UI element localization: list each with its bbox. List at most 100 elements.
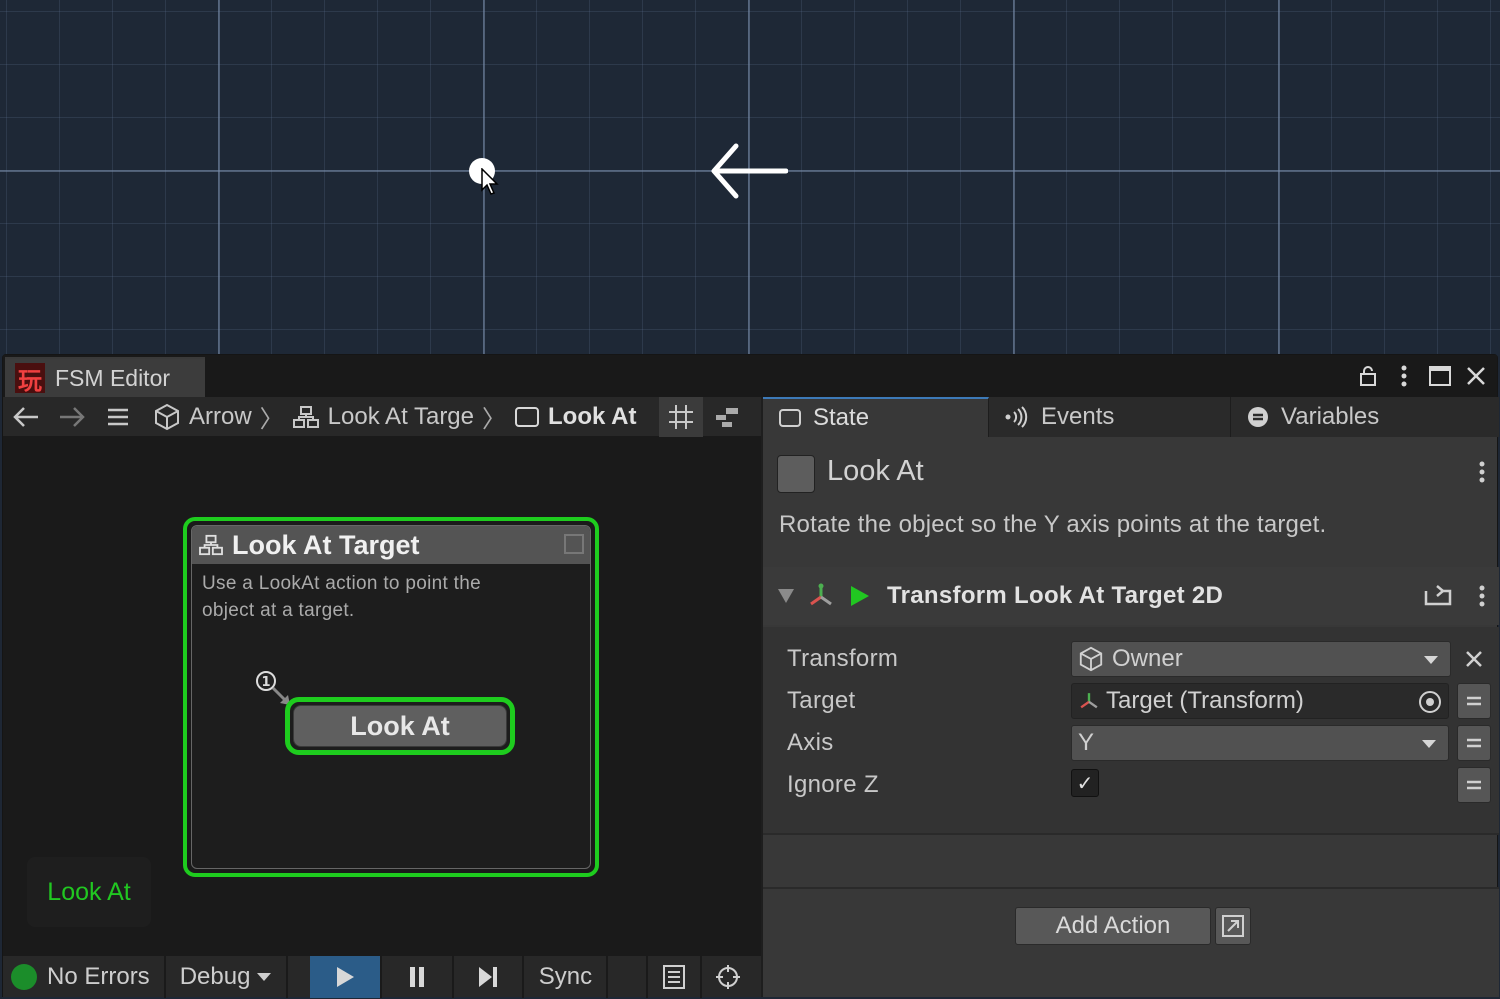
collapse-triangle-icon[interactable] <box>777 588 795 604</box>
pause-button[interactable] <box>382 956 452 998</box>
sync-button[interactable]: Sync <box>524 956 606 998</box>
breadcrumb-label: Look At Targe <box>327 402 475 430</box>
breadcrumb-label: Arrow <box>189 402 252 430</box>
group-node-description: Use a LookAt action to point the object … <box>202 573 481 621</box>
scene-view[interactable] <box>0 0 1500 356</box>
tab-variables[interactable]: Variables <box>1231 397 1499 437</box>
editor-tab[interactable]: 玩 FSM Editor <box>5 357 205 397</box>
property-row: Axis Y <box>763 723 1499 763</box>
add-action-area: Add Action <box>763 887 1499 997</box>
action-header[interactable]: Transform Look At Target 2D <box>763 567 1499 625</box>
group-node-header[interactable]: Look At Target <box>192 526 590 564</box>
breadcrumb-state[interactable]: Look At <box>514 403 636 431</box>
property-row: Transform Owner <box>763 639 1499 679</box>
expand-icon[interactable] <box>564 534 584 554</box>
playmaker-app-icon: 玩 <box>15 363 45 395</box>
tab-label: Events <box>1041 403 1115 430</box>
kebab-menu-icon[interactable] <box>1479 461 1485 488</box>
property-label: Axis <box>787 729 834 756</box>
lock-icon[interactable] <box>1357 363 1379 389</box>
state-node-look-at[interactable]: Look At <box>285 697 515 755</box>
status-ok-icon <box>11 963 37 990</box>
breadcrumb-gameobject[interactable]: Arrow <box>153 403 252 431</box>
kebab-menu-icon[interactable] <box>1479 585 1485 612</box>
sync-label: Sync <box>538 962 593 990</box>
target-object-field[interactable]: Target (Transform) <box>1071 683 1449 719</box>
close-icon[interactable] <box>1465 363 1487 389</box>
inspector-tabs: State Events Variables <box>763 397 1499 437</box>
fsm-graph-canvas[interactable]: Look At Target Use a LookAt action to po… <box>3 437 761 955</box>
variable-toggle-button[interactable] <box>1457 767 1491 803</box>
state-name[interactable]: Look At <box>827 455 924 488</box>
arrow-sprite[interactable] <box>708 142 788 200</box>
group-node[interactable]: Look At Target Use a LookAt action to po… <box>183 517 599 877</box>
active-state-label: Look At <box>27 857 151 927</box>
checkmark-icon: ✓ <box>1076 771 1094 795</box>
close-icon <box>1466 651 1482 667</box>
ignore-z-checkbox[interactable]: ✓ <box>1071 769 1099 797</box>
variables-icon <box>1248 407 1268 427</box>
transform-dropdown[interactable]: Owner <box>1071 641 1451 677</box>
enabled-play-icon[interactable] <box>849 585 871 607</box>
locate-button[interactable] <box>702 956 754 998</box>
object-picker-icon[interactable] <box>1416 688 1444 716</box>
tab-label: State <box>813 404 870 431</box>
debug-toolbar: No Errors Debug Sync <box>3 955 761 998</box>
property-value: Target (Transform) <box>1106 687 1304 714</box>
play-icon <box>337 966 355 987</box>
transform-axes-icon <box>810 583 832 606</box>
property-label: Transform <box>787 645 899 672</box>
breadcrumb-label: Look At <box>548 402 637 430</box>
window-title: FSM Editor <box>55 364 171 391</box>
state-node-label: Look At <box>293 705 507 747</box>
property-value: Y <box>1078 729 1095 756</box>
equals-icon <box>1467 780 1481 790</box>
layout-icon <box>716 408 738 427</box>
action-properties: Transform Owner Target Target (Transform… <box>763 627 1499 833</box>
state-color-swatch[interactable] <box>777 455 815 493</box>
step-button[interactable] <box>454 956 522 998</box>
mouse-cursor-icon <box>481 168 499 195</box>
loop-icon[interactable] <box>1423 583 1453 607</box>
events-icon <box>1005 406 1028 428</box>
property-row: Target Target (Transform) <box>763 681 1499 721</box>
group-node-title: Look At Target <box>232 529 420 560</box>
add-action-button[interactable]: Add Action <box>1015 907 1211 945</box>
property-value: Owner <box>1112 645 1183 672</box>
action-title: Transform Look At Target 2D <box>887 582 1224 609</box>
error-status[interactable]: No Errors <box>47 963 150 991</box>
tab-label: Variables <box>1281 403 1380 430</box>
equals-icon <box>1467 696 1481 706</box>
property-label: Ignore Z <box>787 771 879 798</box>
clear-field-button[interactable] <box>1457 641 1491 677</box>
tab-events[interactable]: Events <box>989 397 1231 437</box>
graph-toolbar: Arrow 〉 Look At Targe 〉 Look At <box>3 397 761 437</box>
pause-icon <box>410 966 425 987</box>
axis-dropdown[interactable]: Y <box>1071 725 1449 761</box>
play-button[interactable] <box>310 955 381 998</box>
breadcrumb-group[interactable]: Look At Targe <box>292 403 474 431</box>
popout-icon <box>1222 915 1244 937</box>
state-icon <box>515 406 540 427</box>
log-button[interactable] <box>648 956 700 998</box>
state-header: Look At Rotate the object so the Y axis … <box>763 437 1499 567</box>
breadcrumb-separator-icon: 〉 <box>259 406 284 433</box>
forward-arrow-icon[interactable] <box>49 397 95 437</box>
start-marker-number: 1 <box>261 675 270 690</box>
kebab-menu-icon[interactable] <box>1393 363 1415 389</box>
crosshair-icon <box>716 964 741 989</box>
tab-state[interactable]: State <box>763 397 989 437</box>
transform-axes-icon <box>1080 693 1098 709</box>
cube-icon <box>155 403 179 430</box>
debug-dropdown[interactable]: Debug <box>166 963 287 991</box>
back-arrow-icon[interactable] <box>3 397 49 437</box>
layout-button[interactable] <box>705 397 749 437</box>
variable-toggle-button[interactable] <box>1457 725 1491 761</box>
maximize-icon[interactable] <box>1429 363 1451 389</box>
variable-toggle-button[interactable] <box>1457 683 1491 719</box>
hamburger-menu-icon[interactable] <box>95 397 141 437</box>
open-action-browser-button[interactable] <box>1215 907 1251 945</box>
state-description[interactable]: Rotate the object so the Y axis points a… <box>779 511 1326 539</box>
inspector-panel: State Events Variables Look At Rotate th… <box>761 397 1499 997</box>
grid-toggle-button[interactable] <box>659 397 703 437</box>
